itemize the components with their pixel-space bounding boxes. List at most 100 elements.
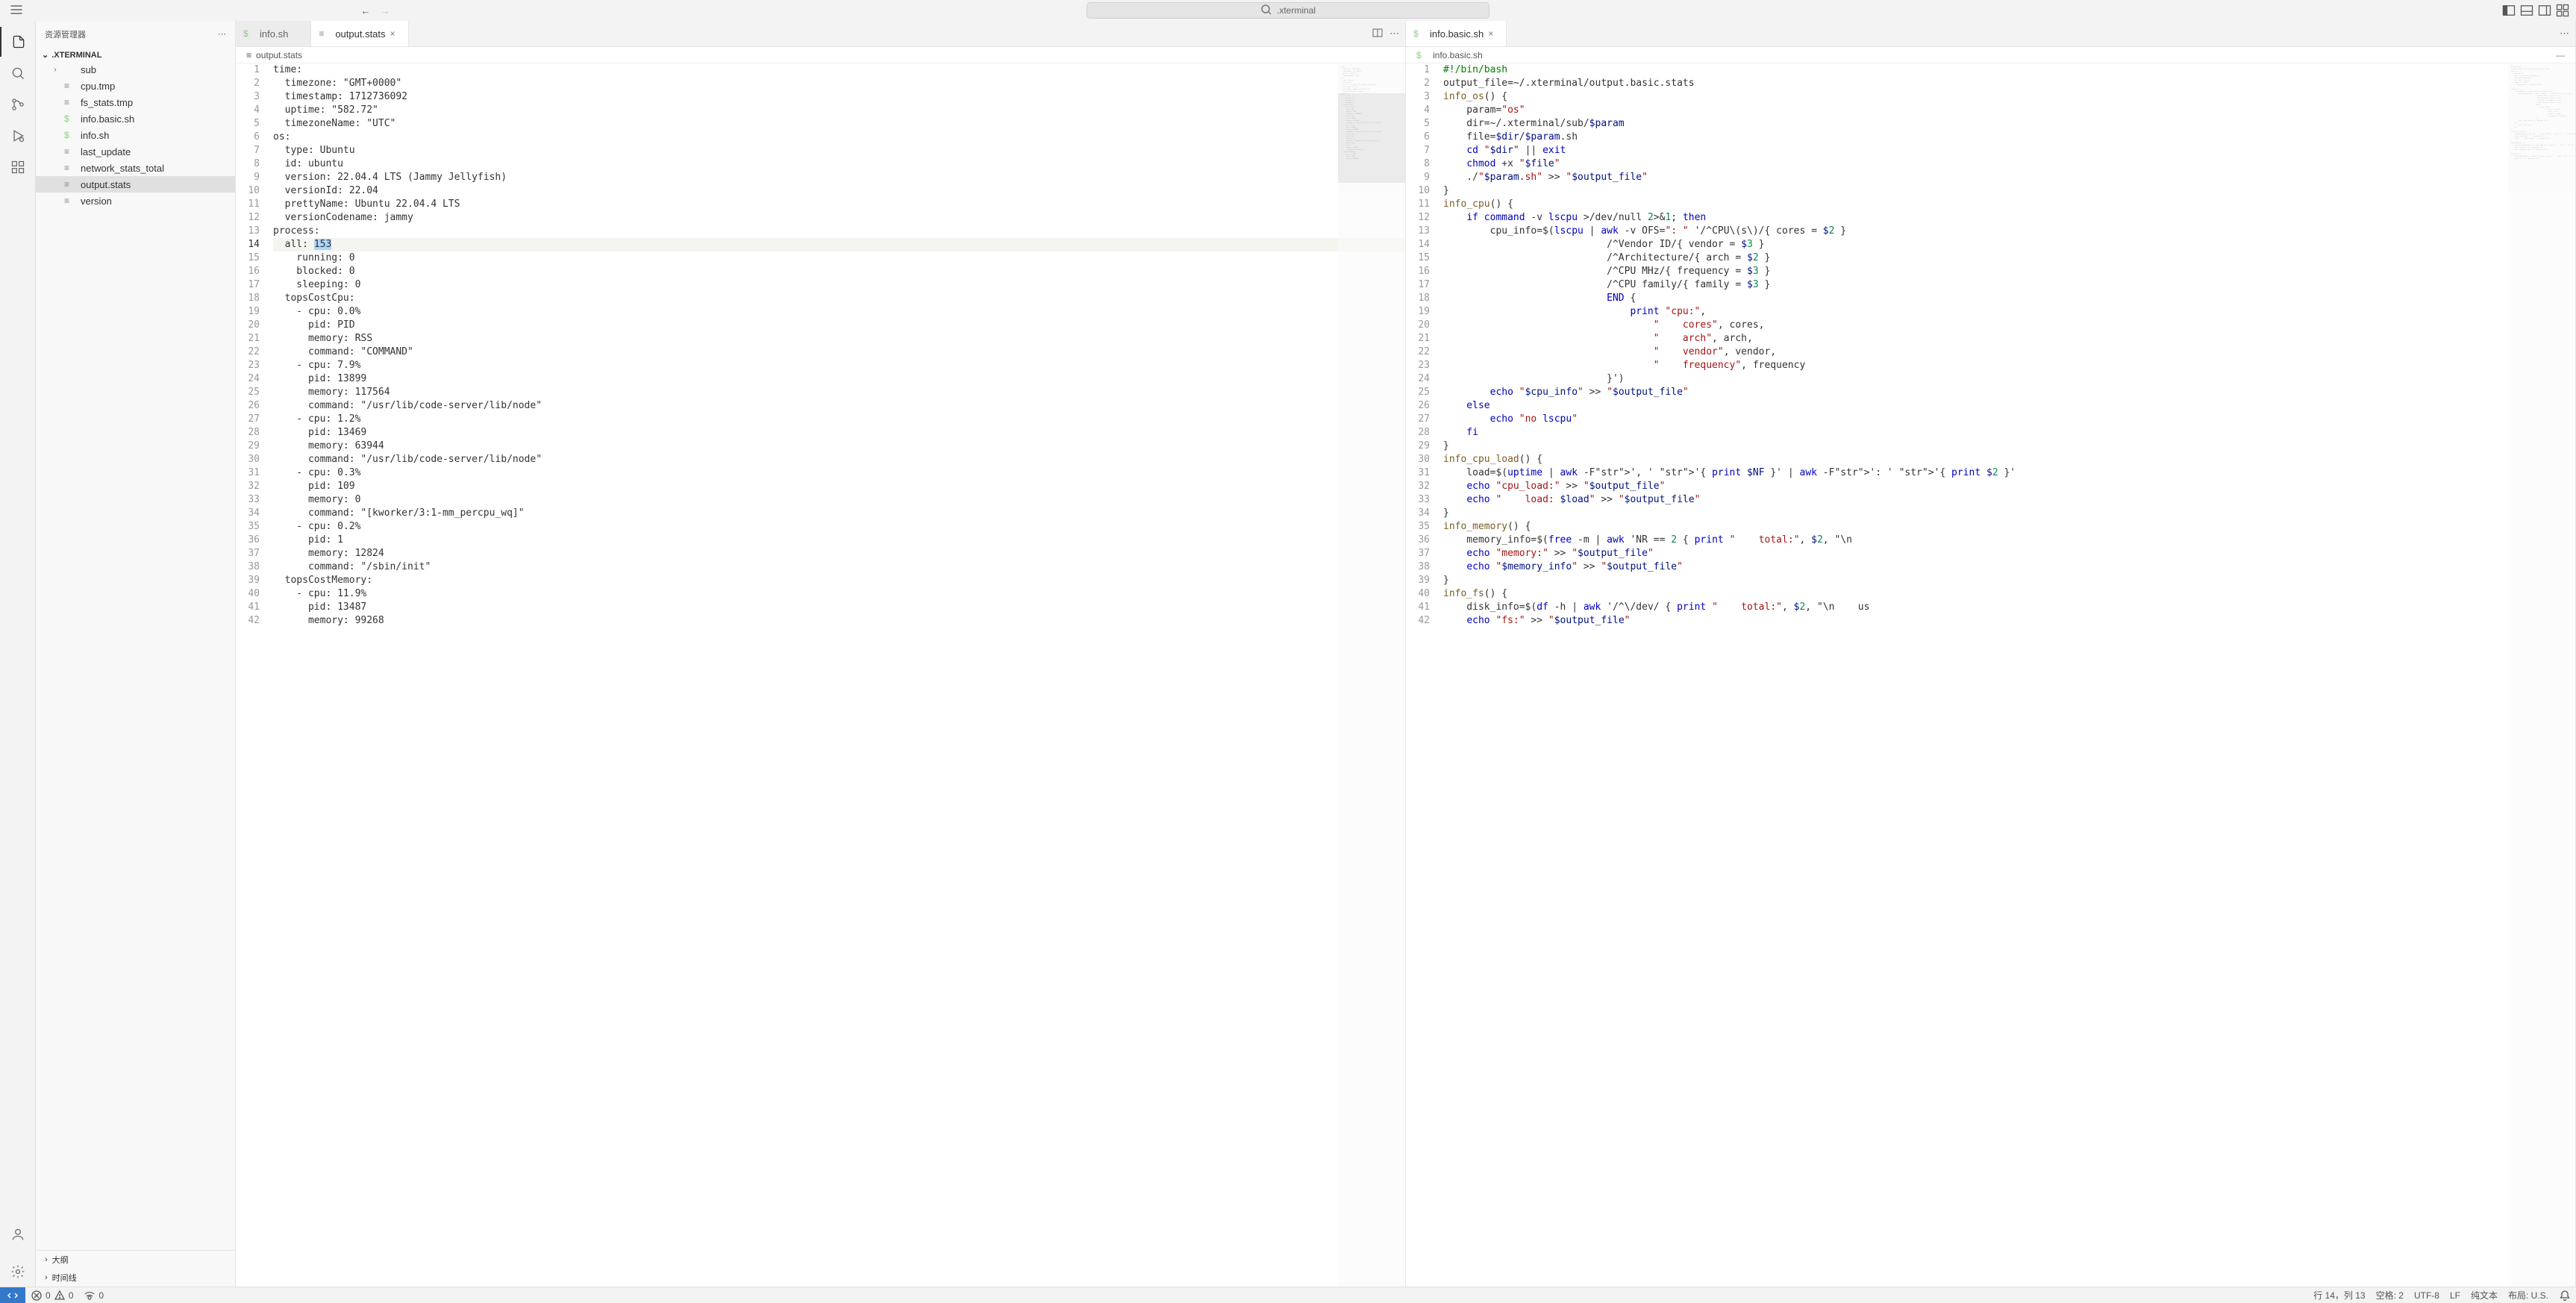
file-icon: ≡ [64, 163, 76, 173]
search-text: .xterminal [1277, 5, 1316, 16]
file-label: info.basic.sh [81, 113, 134, 125]
statusbar: 0 0 0 行 14，列 13 空格: 2 UTF-8 LF 纯文本 布局: U… [0, 1287, 2576, 1303]
ports-status[interactable]: 0 [78, 1287, 109, 1303]
file-label: network_stats_total [81, 163, 164, 174]
file-icon: ≡ [64, 81, 76, 91]
activity-debug[interactable] [0, 121, 36, 151]
tab-output-stats[interactable]: ≡ output.stats × [311, 21, 408, 46]
code-editor-right[interactable]: 1234567891011121314151617181920212223242… [1406, 63, 2575, 1287]
breadcrumb-right[interactable]: $ info.basic.sh — [1406, 47, 2575, 63]
menu-icon[interactable] [9, 2, 24, 19]
sidebar-title: 资源管理器 [45, 28, 86, 40]
chevron-right-icon: › [45, 1273, 48, 1282]
editor-pane-left: $info.sh ≡ output.stats × ⋯ ≡ output.stats … [236, 21, 1406, 1287]
tab-icon: ≡ [319, 28, 331, 39]
activity-settings[interactable] [0, 1257, 36, 1287]
sidebar-header: 资源管理器 ⋯ [36, 21, 235, 47]
layout-customize-icon[interactable] [2555, 3, 2570, 18]
outline-section[interactable]: › 大纲 [36, 1251, 235, 1269]
encoding-status[interactable]: UTF-8 [2409, 1287, 2445, 1303]
file-icon: ≡ [246, 50, 251, 60]
activity-source-control[interactable] [0, 90, 36, 119]
more-actions-icon[interactable]: ⋯ [2560, 28, 2569, 40]
shell-icon: $ [1416, 50, 1428, 60]
file-item-info-basic-sh[interactable]: $ info.basic.sh [36, 110, 235, 127]
file-icon: ≡ [64, 146, 76, 157]
chevron-right-icon: › [51, 66, 60, 74]
warning-count: 0 [69, 1290, 74, 1301]
file-item-fs_stats-tmp[interactable]: ≡ fs_stats.tmp [36, 94, 235, 110]
collapse-icon[interactable]: — [2556, 50, 2565, 60]
layout-sidebar-right-icon[interactable] [2537, 3, 2552, 18]
timeline-section[interactable]: › 时间线 [36, 1269, 235, 1287]
indentation-status[interactable]: 空格: 2 [2371, 1287, 2409, 1303]
file-icon: ≡ [64, 97, 76, 107]
file-label: cpu.tmp [81, 81, 115, 92]
activity-extensions[interactable] [0, 152, 36, 182]
explorer-sidebar: 资源管理器 ⋯ ⌄ .XTERMINAL › sub ≡ cpu.tmp ≡ fs_sta… [36, 21, 236, 1287]
nav-back[interactable]: ← [358, 3, 373, 18]
file-item-info-sh[interactable]: $info.sh [36, 127, 235, 143]
root-label: .XTERMINAL [51, 51, 101, 60]
tab-icon: $ [243, 28, 255, 39]
activity-search[interactable] [0, 58, 36, 88]
problems-status[interactable]: 0 0 [25, 1287, 78, 1303]
command-center[interactable]: .xterminal [1087, 2, 1489, 19]
file-label: fs_stats.tmp [81, 97, 133, 108]
file-item-last_update[interactable]: ≡ last_update [36, 143, 235, 160]
editor-group: $info.sh ≡ output.stats × ⋯ ≡ output.stats … [236, 21, 2576, 1287]
layout-panel-icon[interactable] [2519, 3, 2534, 18]
editor-pane-right: $info.basic.sh× ⋯ $ info.basic.sh — 1234… [1406, 21, 2576, 1287]
file-label: output.stats [81, 179, 131, 190]
remote-indicator[interactable] [0, 1287, 25, 1303]
file-icon: ≡ [64, 179, 76, 190]
chevron-down-icon: ⌄ [42, 50, 49, 60]
ports-count: 0 [99, 1290, 104, 1301]
file-item-sub[interactable]: › sub [36, 61, 235, 78]
titlebar: ← → .xterminal [0, 0, 2576, 21]
breadcrumb-label: info.basic.sh [1433, 50, 1483, 60]
error-count: 0 [46, 1290, 51, 1301]
cursor-position[interactable]: 行 14，列 13 [2308, 1287, 2370, 1303]
nav-forward[interactable]: → [378, 3, 393, 18]
file-label: version [81, 196, 112, 207]
activity-bar [0, 21, 36, 1287]
tab-icon: $ [1413, 28, 1425, 39]
file-icon: ≡ [64, 196, 76, 206]
code-editor-left[interactable]: 1234567891011121314151617181920212223242… [236, 63, 1405, 1287]
activity-explorer[interactable] [0, 27, 36, 57]
tab-info-basic-sh[interactable]: $info.basic.sh× [1406, 21, 1507, 46]
language-status[interactable]: 纯文本 [2466, 1287, 2503, 1303]
close-icon[interactable]: × [390, 28, 401, 39]
minimap[interactable]: time: timezone: "GMT+0000" timestamp: 17… [1338, 63, 1405, 1287]
file-label: sub [81, 64, 96, 75]
file-item-output-stats[interactable]: ≡ output.stats [36, 176, 235, 193]
file-item-cpu-tmp[interactable]: ≡ cpu.tmp [36, 78, 235, 94]
file-item-network_stats_total[interactable]: ≡ network_stats_total [36, 160, 235, 176]
file-icon: $ [64, 113, 76, 124]
layout-sidebar-left-icon[interactable] [2501, 3, 2516, 18]
close-icon[interactable]: × [1488, 28, 1498, 39]
breadcrumb-left[interactable]: ≡ output.stats [236, 47, 1405, 63]
tabs-right: $info.basic.sh× ⋯ [1406, 21, 2575, 47]
tab-info-sh[interactable]: $info.sh [236, 21, 311, 46]
file-item-version[interactable]: ≡ version [36, 193, 235, 209]
search-icon [1260, 4, 1272, 18]
activity-account[interactable] [0, 1219, 36, 1249]
timeline-label: 时间线 [52, 1272, 77, 1284]
breadcrumb-label: output.stats [256, 50, 302, 60]
file-label: last_update [81, 146, 131, 157]
minimap[interactable]: #!/bin/bash output_file=~/.xterminal/out… [2508, 63, 2575, 1287]
file-icon: $ [64, 130, 76, 140]
keyboard-layout-status[interactable]: 布局: U.S. [2503, 1287, 2554, 1303]
sidebar-more-icon[interactable]: ⋯ [218, 29, 226, 39]
more-actions-icon[interactable]: ⋯ [1389, 28, 1399, 40]
split-editor-icon[interactable] [1372, 27, 1384, 41]
notifications-icon[interactable] [2554, 1287, 2576, 1303]
chevron-right-icon: › [45, 1255, 48, 1264]
minimap-slider[interactable] [1338, 93, 1405, 183]
folder-root[interactable]: ⌄ .XTERMINAL [36, 49, 235, 61]
tab-label: output.stats [335, 28, 385, 40]
tabs-left: $info.sh ≡ output.stats × ⋯ [236, 21, 1405, 47]
eol-status[interactable]: LF [2445, 1287, 2466, 1303]
